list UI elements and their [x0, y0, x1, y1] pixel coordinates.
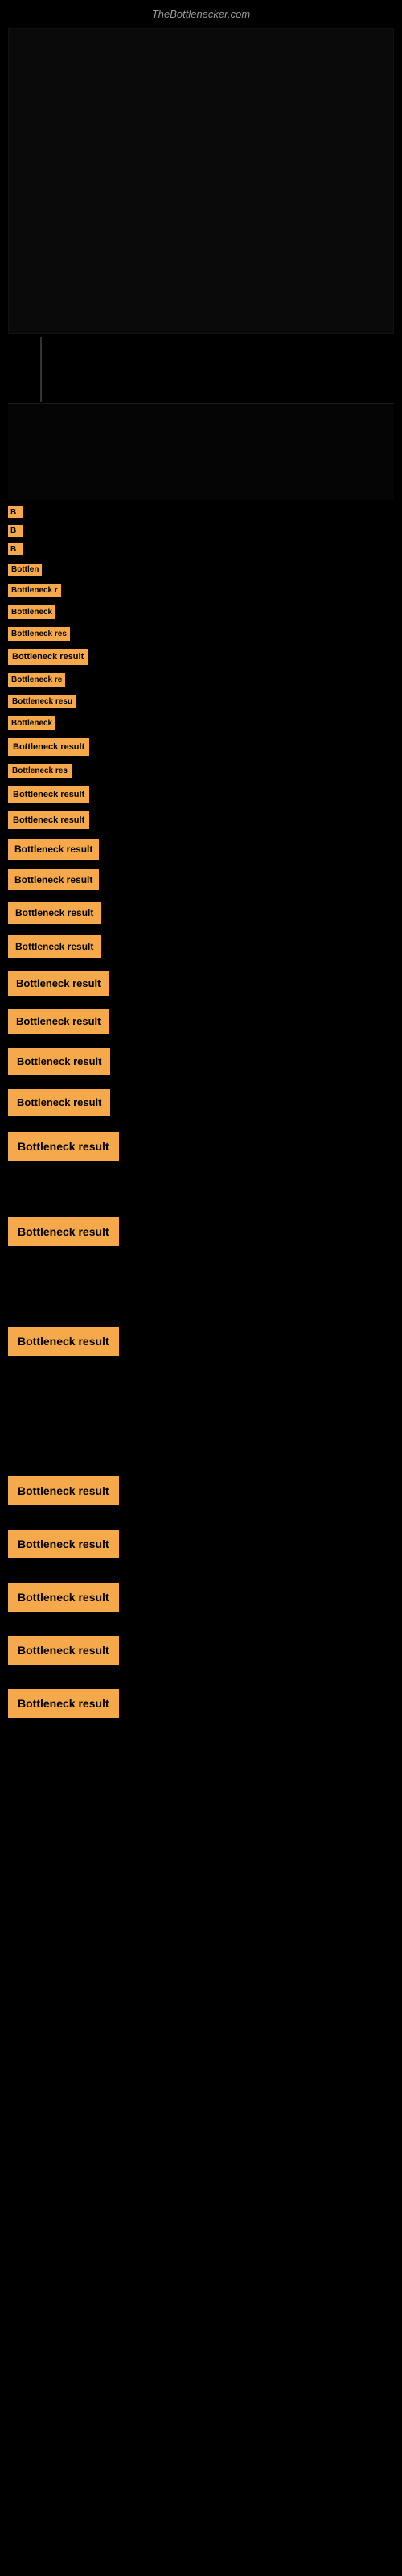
bar: Bottleneck result: [8, 738, 89, 756]
bar: Bottleneck result: [8, 1327, 119, 1356]
page-wrapper: TheBottlenecker.com B B B Bottlen Bottle…: [0, 0, 402, 2576]
bar: Bottleneck result: [8, 649, 88, 665]
bar: Bottleneck result: [8, 902, 100, 924]
bar-row: Bottleneck result: [8, 1217, 394, 1246]
bar: Bottleneck result: [8, 1009, 109, 1034]
bar: Bottleneck result: [8, 1636, 119, 1665]
bar-row: Bottleneck result: [8, 811, 394, 829]
bar: Bottleneck res: [8, 764, 72, 778]
bar-row: Bottleneck r: [8, 584, 394, 597]
secondary-chart: [8, 403, 394, 500]
bar-row: Bottleneck result: [8, 1132, 394, 1161]
bar-row: Bottleneck result: [8, 1636, 394, 1665]
bar-row: Bottleneck result: [8, 902, 394, 924]
axis-area: [8, 337, 394, 402]
bar-row: Bottleneck result: [8, 1009, 394, 1034]
bar: Bottleneck result: [8, 1530, 119, 1558]
bar: Bottleneck: [8, 716, 55, 730]
bar: Bottlen: [8, 564, 42, 576]
bar-row: B: [8, 506, 394, 518]
bar-row: B: [8, 543, 394, 555]
bar-row: Bottleneck result: [8, 649, 394, 665]
vertical-line: [40, 337, 42, 402]
bar: Bottleneck result: [8, 1217, 119, 1246]
bar: Bottleneck result: [8, 935, 100, 958]
bar-row: Bottleneck result: [8, 738, 394, 756]
bar: Bottleneck res: [8, 627, 70, 641]
bar: Bottleneck result: [8, 869, 99, 890]
bar-row: Bottleneck result: [8, 1583, 394, 1612]
bar-row: Bottleneck resu: [8, 695, 394, 708]
bar-row: Bottlen: [8, 564, 394, 576]
bar-row: Bottleneck result: [8, 1327, 394, 1356]
bar: Bottleneck result: [8, 839, 99, 860]
bar-row: Bottleneck: [8, 605, 394, 619]
bar: Bottleneck result: [8, 1048, 110, 1075]
bar-row: Bottleneck result: [8, 869, 394, 890]
bar-row: Bottleneck result: [8, 1530, 394, 1558]
bar-row: Bottleneck result: [8, 1048, 394, 1075]
bar: Bottleneck: [8, 605, 55, 619]
bar: Bottleneck result: [8, 1689, 119, 1718]
bar-row: Bottleneck re: [8, 673, 394, 687]
bar-row: Bottleneck res: [8, 764, 394, 778]
bar-row: Bottleneck result: [8, 1089, 394, 1116]
bar: Bottleneck r: [8, 584, 61, 597]
bar: Bottleneck result: [8, 1476, 119, 1505]
bar: B: [8, 525, 23, 537]
bar: Bottleneck result: [8, 1089, 110, 1116]
bar: Bottleneck result: [8, 811, 89, 829]
main-chart: [8, 28, 394, 334]
bar: B: [8, 543, 23, 555]
bar: Bottleneck result: [8, 786, 89, 803]
bar: B: [8, 506, 23, 518]
bar-row: Bottleneck result: [8, 1476, 394, 1505]
bar-row: Bottleneck: [8, 716, 394, 730]
bar: Bottleneck resu: [8, 695, 76, 708]
bar-row: Bottleneck result: [8, 935, 394, 958]
bar: Bottleneck result: [8, 971, 109, 996]
bar-row: Bottleneck result: [8, 971, 394, 996]
bar-row: Bottleneck result: [8, 839, 394, 860]
bar-row: Bottleneck result: [8, 786, 394, 803]
bar: Bottleneck result: [8, 1132, 119, 1161]
bar-row: Bottleneck result: [8, 1689, 394, 1718]
bar-row: Bottleneck res: [8, 627, 394, 641]
bar-row: B: [8, 525, 394, 537]
site-title: TheBottlenecker.com: [0, 0, 402, 25]
bar: Bottleneck re: [8, 673, 65, 687]
bar: Bottleneck result: [8, 1583, 119, 1612]
